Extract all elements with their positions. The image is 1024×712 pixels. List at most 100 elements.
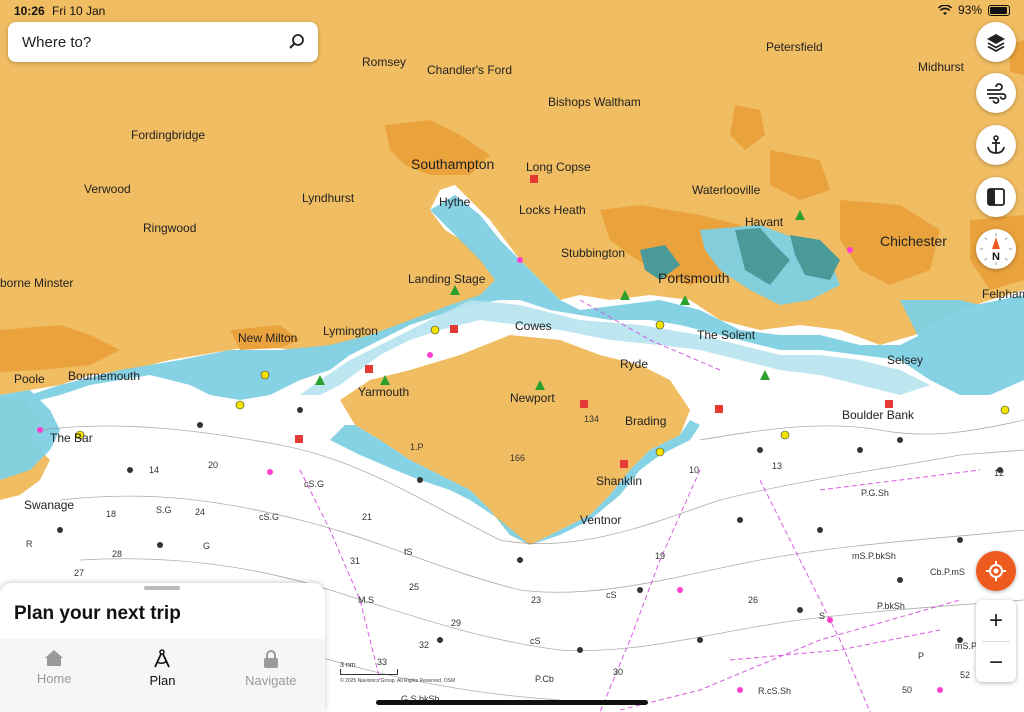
place-label: Stubbington (561, 246, 626, 260)
depth-sounding: 18 (106, 509, 117, 519)
place-label: Lymington (323, 324, 378, 338)
depth-sounding: 12 (994, 468, 1005, 478)
search-bar[interactable] (8, 22, 318, 62)
place-label: Bournemouth (68, 369, 141, 383)
place-label: Ringwood (143, 221, 197, 235)
search-icon[interactable] (288, 33, 306, 51)
depth-sounding: 50 (902, 685, 913, 695)
depth-sounding: 20 (208, 460, 219, 470)
seabed-note: M.S (358, 595, 375, 605)
place-label: Brading (625, 414, 667, 428)
place-label: Locks Heath (519, 203, 586, 217)
status-time: 10:26 (14, 4, 45, 18)
depth-sounding: 27 (74, 568, 85, 578)
place-label: Yarmouth (358, 385, 410, 399)
seabed-note: S (819, 611, 826, 621)
place-label: The Bar (50, 431, 93, 445)
seabed-note: mS.P.bkSh (852, 551, 896, 561)
panel-icon (987, 188, 1005, 206)
place-label: borne Minster (0, 276, 74, 290)
place-label: Fordingbridge (131, 128, 206, 142)
place-label: Swanage (24, 498, 75, 512)
home-icon (45, 650, 64, 666)
scale-line (340, 669, 398, 675)
zoom-out-button[interactable]: − (976, 642, 1016, 683)
battery-icon (988, 4, 1010, 16)
seabed-note: P.bkSh (877, 601, 905, 611)
seabed-note: P.Cb (535, 674, 554, 684)
place-label: Felpham (982, 287, 1024, 301)
place-label: Midhurst (918, 60, 965, 74)
place-label: Chandler's Ford (427, 63, 512, 77)
tab-label: Navigate (245, 673, 297, 688)
seabed-note: cS.G (304, 479, 325, 489)
place-label: Lyndhurst (302, 191, 355, 205)
place-label: Verwood (84, 182, 131, 196)
search-input[interactable] (20, 32, 288, 52)
depth-sounding: 25 (409, 582, 420, 592)
seabed-note: R.cS.Sh (758, 686, 792, 696)
wind-button[interactable] (976, 73, 1016, 113)
map-copyright: © 2025 Navionics Group. All Rights Reser… (340, 678, 456, 684)
zoom-in-button[interactable]: + (976, 600, 1016, 641)
tab-label: Plan (149, 673, 176, 688)
depth-sounding: 21 (362, 512, 373, 522)
home-indicator[interactable] (376, 700, 648, 705)
tab-navigate[interactable]: Navigate (217, 639, 325, 712)
seabed-note: cS (606, 590, 617, 600)
place-label: Selsey (887, 353, 924, 367)
compass-button[interactable]: N (976, 229, 1016, 269)
place-label: Portsmouth (658, 270, 730, 286)
sheet-grabber[interactable] (144, 586, 180, 590)
lock-icon (263, 650, 278, 668)
my-location-button[interactable] (976, 551, 1016, 591)
place-label: Cowes (515, 319, 552, 333)
zoom-controls: + − (976, 600, 1016, 682)
depth-sounding: 32 (419, 640, 430, 650)
compass-divider-icon (154, 649, 171, 668)
place-label: Bishops Waltham (548, 95, 641, 109)
scale-label: 3 nm (340, 662, 356, 669)
depth-sounding: 29 (451, 618, 462, 628)
depth-sounding: 24 (195, 507, 206, 517)
depth-sounding: 19 (655, 551, 666, 561)
battery-percent: 93% (957, 3, 982, 17)
place-label: The Solent (697, 328, 756, 342)
panel-button[interactable] (976, 177, 1016, 217)
status-date: Fri 10 Jan (52, 4, 106, 18)
seabed-note: cS.G (259, 512, 280, 522)
tab-plan[interactable]: Plan (108, 639, 216, 712)
wifi-icon (937, 4, 952, 15)
place-label: Shanklin (596, 474, 643, 488)
place-label: Ryde (620, 357, 649, 371)
place-label: Hythe (439, 195, 471, 209)
place-label: New Milton (238, 331, 298, 345)
place-label: Boulder Bank (842, 408, 915, 422)
sheet-title: Plan your next trip (14, 603, 181, 624)
depth-sounding: 13 (772, 461, 783, 471)
status-bar: 10:26 Fri 10 Jan 93% (0, 0, 1024, 22)
anchor-button[interactable] (976, 125, 1016, 165)
place-label: Ventnor (580, 513, 622, 527)
depth-sounding: 30 (613, 667, 624, 677)
compass-north-label: N (992, 251, 1000, 263)
seabed-note: P.G.Sh (861, 488, 889, 498)
place-label: Chichester (880, 233, 947, 249)
place-label: Newport (510, 391, 555, 405)
crosshair-icon (986, 561, 1006, 581)
place-label: Havant (745, 215, 784, 229)
bottom-tab-bar: Home Plan Navigate (0, 639, 325, 712)
seabed-note: G (203, 541, 211, 551)
depth-sounding: 28 (112, 549, 123, 559)
place-label: Landing Stage (408, 272, 486, 286)
depth-sounding: 52 (960, 670, 971, 680)
layers-button[interactable] (976, 22, 1016, 62)
seabed-note: S.G (156, 505, 172, 515)
place-label: Long Copse (526, 160, 591, 174)
depth-sounding: 166 (510, 453, 526, 463)
depth-sounding: 23 (531, 595, 542, 605)
tab-home[interactable]: Home (0, 639, 108, 712)
place-label: Petersfield (766, 40, 823, 54)
plan-sheet[interactable]: Plan your next trip Home Plan Navigate (0, 583, 325, 712)
place-label: Waterlooville (692, 183, 761, 197)
